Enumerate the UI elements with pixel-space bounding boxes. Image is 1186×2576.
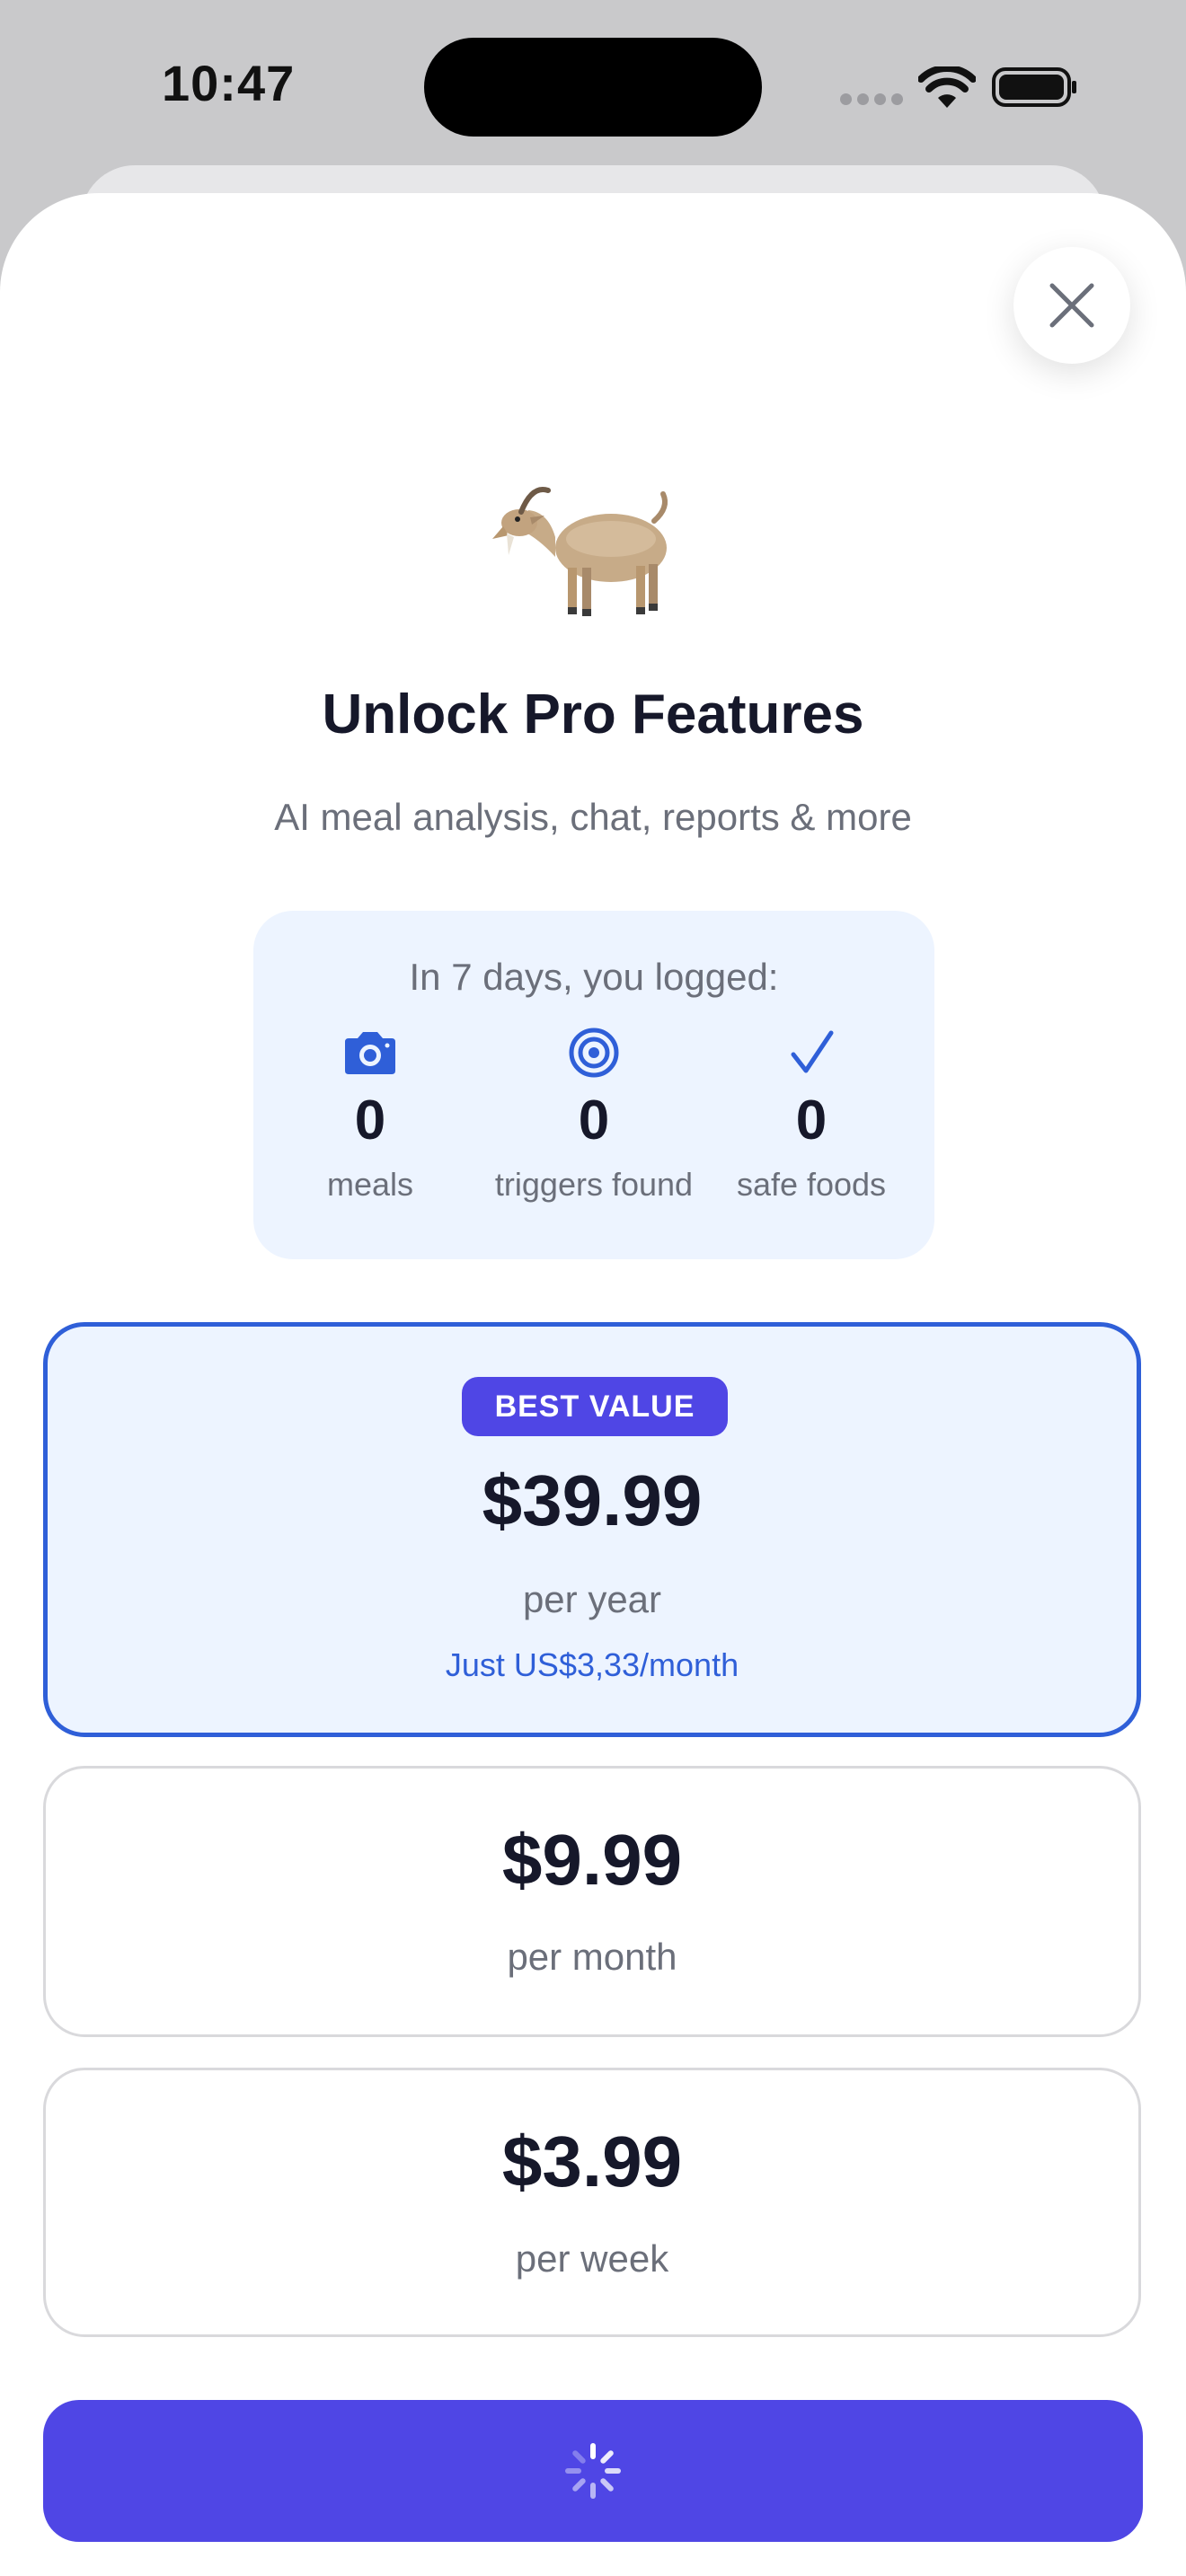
subscribe-button[interactable] — [43, 2400, 1143, 2542]
status-bar: 10:47 — [0, 0, 1186, 171]
stat-meals: 0 meals — [253, 1026, 487, 1204]
wifi-icon — [918, 66, 976, 108]
plan-yearly-period: per year — [522, 1578, 662, 1620]
paywall-title: Unlock Pro Features — [322, 684, 864, 745]
paywall-subtitle: AI meal analysis, chat, reports & more — [274, 796, 912, 838]
battery-icon — [992, 67, 1076, 107]
close-icon — [1049, 283, 1094, 328]
plan-option-weekly[interactable]: $3.99 per week — [43, 2068, 1141, 2337]
plan-yearly-monthly-equivalent: Just US$3,33/month — [445, 1646, 739, 1683]
close-button[interactable] — [1013, 247, 1130, 364]
goat-icon — [492, 487, 668, 616]
best-value-badge: BEST VALUE — [462, 1377, 728, 1436]
stat-meals-label: meals — [326, 1166, 414, 1203]
target-icon — [569, 1028, 619, 1078]
stats-heading: In 7 days, you logged: — [409, 956, 779, 998]
plan-option-yearly[interactable]: BEST VALUE $39.99 per year Just US$3,33/… — [43, 1322, 1141, 1737]
status-time: 10:47 — [162, 55, 296, 111]
stat-meals-value: 0 — [354, 1090, 386, 1151]
stat-triggers: 0 triggers found — [477, 1026, 711, 1204]
paywall-screen: 10:47 Unlock Pro Features AI meal analys… — [0, 0, 1186, 2576]
stat-safe-foods-value: 0 — [795, 1090, 828, 1151]
checkmark-icon — [791, 1030, 834, 1073]
plan-option-monthly[interactable]: $9.99 per month — [43, 1766, 1141, 2037]
plan-yearly-price: $39.99 — [482, 1460, 703, 1540]
camera-icon — [345, 1032, 395, 1074]
stat-triggers-label: triggers found — [494, 1166, 694, 1203]
plan-weekly-period: per week — [515, 2237, 669, 2280]
stat-safe-foods: 0 safe foods — [695, 1026, 928, 1204]
stat-triggers-value: 0 — [578, 1090, 610, 1151]
cellular-signal-icon — [840, 93, 903, 106]
plan-monthly-price: $9.99 — [501, 1820, 683, 1900]
plan-monthly-period: per month — [507, 1936, 677, 1978]
loading-spinner-icon — [565, 2443, 621, 2499]
plan-weekly-price: $3.99 — [501, 2122, 683, 2201]
weekly-stats-card: In 7 days, you logged: 0 meals 0 trigger… — [253, 911, 934, 1259]
dynamic-island — [424, 38, 762, 137]
stat-safe-foods-label: safe foods — [736, 1166, 887, 1203]
